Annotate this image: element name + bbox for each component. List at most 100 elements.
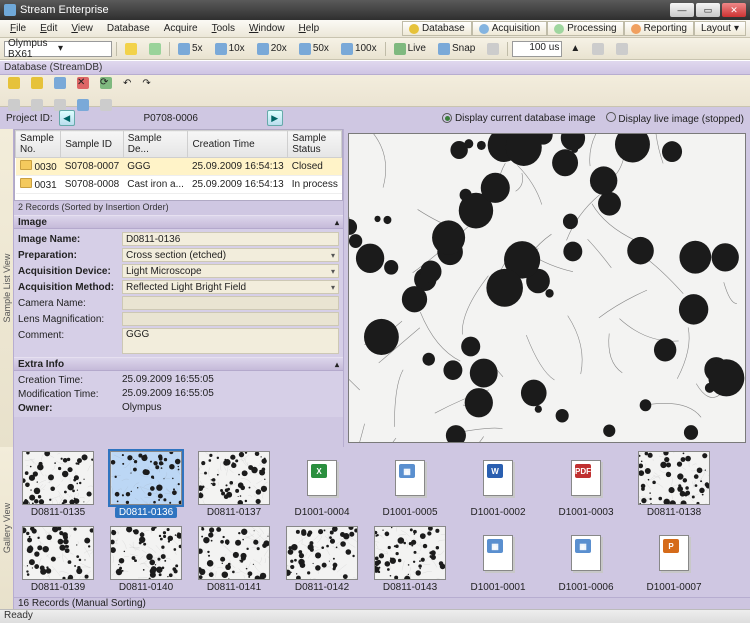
preview-image[interactable] bbox=[348, 133, 746, 443]
lamp-button[interactable] bbox=[121, 41, 141, 57]
section-extra[interactable]: Extra Info▴ bbox=[14, 357, 343, 371]
window-title: Stream Enterprise bbox=[20, 4, 668, 16]
menu-help[interactable]: Help bbox=[293, 22, 326, 35]
zoom-50x-button[interactable]: 50x bbox=[295, 41, 333, 57]
side-tab-sample[interactable]: Sample List View bbox=[0, 129, 14, 447]
gallery-item[interactable]: XD1001-0004 bbox=[284, 451, 360, 518]
gallery-item[interactable]: D0811-0135 bbox=[20, 451, 96, 518]
gallery-item[interactable]: D0811-0139 bbox=[20, 526, 96, 593]
gallery-item[interactable]: PDFD1001-0003 bbox=[548, 451, 624, 518]
gallery-item[interactable]: WD1001-0002 bbox=[460, 451, 536, 518]
gallery-item[interactable]: D0811-0143 bbox=[372, 526, 448, 593]
gallery-item[interactable]: D0811-0141 bbox=[196, 526, 272, 593]
delete-icon: ✕ bbox=[77, 77, 89, 89]
chart-button[interactable] bbox=[73, 97, 93, 113]
gallery-item[interactable]: ▦D1001-0005 bbox=[372, 451, 448, 518]
menu-file[interactable]: File bbox=[4, 22, 32, 35]
acquisition-icon bbox=[479, 24, 489, 34]
histogram-button[interactable] bbox=[145, 41, 165, 57]
exposure-up[interactable]: ▲ bbox=[566, 41, 584, 57]
menu-window[interactable]: Window bbox=[243, 22, 291, 35]
gallery-item-label: D0811-0139 bbox=[29, 582, 87, 593]
section-image[interactable]: Image▴ bbox=[14, 215, 343, 229]
menu-database[interactable]: Database bbox=[101, 22, 156, 35]
gallery-item-label: D1001-0007 bbox=[644, 582, 703, 593]
tab-database[interactable]: Database bbox=[402, 21, 472, 36]
folder-open-icon bbox=[8, 77, 20, 89]
save-button[interactable] bbox=[50, 75, 70, 91]
table-row[interactable]: 0031S0708-0008Cast iron a...25.09.2009 1… bbox=[16, 176, 342, 194]
misc1-button[interactable] bbox=[483, 41, 503, 57]
close-button[interactable]: ✕ bbox=[722, 3, 746, 17]
gallery-item[interactable]: D0811-0137 bbox=[196, 451, 272, 518]
redo-button[interactable]: ↷ bbox=[138, 75, 154, 91]
device-combo[interactable]: Olympus BX61▾ bbox=[4, 41, 112, 57]
minimize-button[interactable]: — bbox=[670, 3, 694, 17]
live-button[interactable]: Live bbox=[390, 41, 430, 57]
zoom-100x-button[interactable]: 100x bbox=[337, 41, 381, 57]
gallery-item[interactable]: ▦D1001-0001 bbox=[460, 526, 536, 593]
project-prev-button[interactable]: ◀ bbox=[59, 110, 75, 126]
refresh-button[interactable]: ⟳ bbox=[96, 75, 116, 91]
view2-button[interactable] bbox=[27, 97, 47, 113]
menu-view[interactable]: View bbox=[65, 22, 99, 35]
preparation-label: Preparation: bbox=[18, 248, 118, 262]
zoom-20x-button[interactable]: 20x bbox=[253, 41, 291, 57]
gallery-item-label: D0811-0143 bbox=[381, 582, 439, 593]
imagename-input[interactable]: D0811-0136 bbox=[122, 232, 339, 246]
col-status[interactable]: Sample Status bbox=[288, 131, 342, 158]
more2-button[interactable] bbox=[612, 41, 632, 57]
creation-label: Creation Time: bbox=[18, 374, 118, 386]
gallery-item-label: D0811-0140 bbox=[117, 582, 175, 593]
lensmag-input[interactable] bbox=[122, 312, 339, 326]
database-toolbar: ✕ ⟳ ↶ ↷ bbox=[0, 75, 750, 107]
tab-processing[interactable]: Processing bbox=[547, 21, 623, 36]
zoom-5x-button[interactable]: 5x bbox=[174, 41, 207, 57]
gallery-item[interactable]: D0811-0136 bbox=[108, 451, 184, 518]
objective-icon bbox=[178, 43, 190, 55]
maximize-button[interactable]: ▭ bbox=[696, 3, 720, 17]
preparation-combo[interactable]: Cross section (etched)▾ bbox=[122, 248, 339, 262]
settings-button[interactable] bbox=[96, 97, 116, 113]
work-area: Sample List View Sample No. Sample ID Sa… bbox=[0, 129, 750, 447]
zoom-10x-button[interactable]: 10x bbox=[211, 41, 249, 57]
gallery-item[interactable]: ▦D1001-0006 bbox=[548, 526, 624, 593]
gallery-item-label: D1001-0005 bbox=[380, 507, 439, 518]
menu-edit[interactable]: Edit bbox=[34, 22, 63, 35]
acqdevice-combo[interactable]: Light Microscope▾ bbox=[122, 264, 339, 278]
snap-button[interactable]: Snap bbox=[434, 41, 479, 57]
col-sample-no[interactable]: Sample No. bbox=[16, 131, 61, 158]
menu-acquire[interactable]: Acquire bbox=[158, 22, 204, 35]
open-db-button[interactable] bbox=[27, 75, 47, 91]
main-toolbar: Olympus BX61▾ 5x 10x 20x 50x 100x Live S… bbox=[0, 38, 750, 60]
undo-button[interactable]: ↶ bbox=[119, 75, 135, 91]
gallery-item-label: D0811-0136 bbox=[115, 507, 177, 518]
col-sample-id[interactable]: Sample ID bbox=[61, 131, 124, 158]
tab-reporting[interactable]: Reporting bbox=[624, 21, 694, 36]
camera-input[interactable] bbox=[122, 296, 339, 310]
col-sample-desc[interactable]: Sample De... bbox=[123, 131, 188, 158]
project-next-button[interactable]: ▶ bbox=[267, 110, 283, 126]
tab-acquisition[interactable]: Acquisition bbox=[472, 21, 547, 36]
radio-display-live[interactable]: Display live image (stopped) bbox=[606, 112, 744, 125]
view1-button[interactable] bbox=[4, 97, 24, 113]
more1-button[interactable] bbox=[588, 41, 608, 57]
gallery-item[interactable]: PD1001-0007 bbox=[636, 526, 712, 593]
radio-display-db[interactable]: Display current database image bbox=[442, 113, 595, 124]
comment-input[interactable]: GGG bbox=[122, 328, 339, 354]
gallery-item[interactable]: D0811-0138 bbox=[636, 451, 712, 518]
tab-layout[interactable]: Layout ▾ bbox=[694, 21, 746, 36]
menu-tools[interactable]: Tools bbox=[206, 22, 241, 35]
gallery-item[interactable]: D0811-0140 bbox=[108, 526, 184, 593]
delete-button[interactable]: ✕ bbox=[73, 75, 93, 91]
extra-info: Creation Time: 25.09.2009 16:55:05 Modif… bbox=[14, 371, 343, 417]
exposure-input[interactable]: 100 us bbox=[512, 41, 562, 57]
sample-table[interactable]: Sample No. Sample ID Sample De... Creati… bbox=[14, 129, 343, 201]
acqmethod-combo[interactable]: Reflected Light Bright Field▾ bbox=[122, 280, 339, 294]
col-creation[interactable]: Creation Time bbox=[188, 131, 288, 158]
new-folder-button[interactable] bbox=[4, 75, 24, 91]
side-tab-gallery[interactable]: Gallery View bbox=[0, 447, 14, 609]
table-row[interactable]: 0030S0708-0007GGG25.09.2009 16:54:13Clos… bbox=[16, 158, 342, 176]
gallery-item[interactable]: D0811-0142 bbox=[284, 526, 360, 593]
folder-icon bbox=[20, 160, 32, 170]
